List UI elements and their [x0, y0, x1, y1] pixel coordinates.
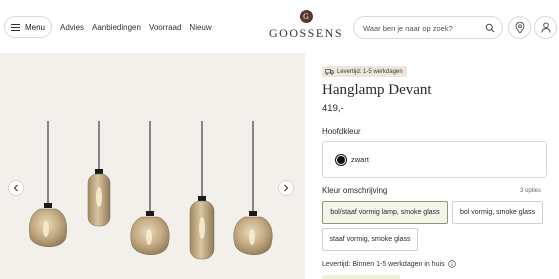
product-image[interactable]	[0, 53, 305, 279]
store-locator-button[interactable]	[508, 16, 531, 39]
menu-label: Menu	[24, 22, 45, 32]
logo-mark: G	[299, 10, 313, 23]
variant-option-label: staaf vormig, smoke glass	[329, 236, 411, 243]
variant-option-1[interactable]: bol/staaf vormig lamp, smoke glass	[322, 201, 448, 224]
info-icon[interactable]	[447, 260, 456, 268]
product-title: Hanglamp Devant	[322, 82, 432, 98]
chevron-right-icon	[284, 184, 289, 192]
variant-label: Kleur omschrijving	[322, 186, 388, 195]
user-icon	[541, 22, 550, 33]
site-header: Menu Advies Aanbiedingen Voorraad Nieuw …	[0, 0, 559, 53]
search-input[interactable]	[363, 22, 481, 34]
add-to-cart-button[interactable]	[322, 275, 400, 279]
chevron-left-icon	[13, 184, 18, 192]
nav-item-voorraad[interactable]: Voorraad	[149, 23, 181, 32]
color-option-zwart[interactable]: zwart	[322, 141, 547, 178]
delivery-badge: Levertijd: 1-5 werkdagen	[322, 66, 407, 77]
variant-option-2[interactable]: bol vormig, smoke glass	[452, 201, 543, 224]
variant-option-label: bol/staaf vormig lamp, smoke glass	[330, 209, 440, 216]
nav-item-aanbiedingen[interactable]: Aanbiedingen	[92, 23, 141, 32]
product-gallery	[0, 53, 305, 279]
color-option-label: zwart	[351, 155, 369, 164]
account-button[interactable]	[534, 16, 557, 39]
delivery-badge-text: Levertijd: 1-5 werkdagen	[337, 68, 403, 75]
panel-divider	[305, 53, 317, 279]
site-logo[interactable]: G GOOSSENS	[265, 10, 347, 41]
menu-icon	[10, 23, 20, 31]
delivery-info: Levertijd: Binnen 1-5 werkdagen in huis	[322, 260, 456, 268]
menu-button[interactable]: Menu	[4, 16, 52, 38]
nav-item-nieuw[interactable]: Nieuw	[189, 23, 211, 32]
gallery-prev-button[interactable]	[8, 180, 24, 196]
delivery-text: Levertijd: Binnen 1-5 werkdagen in huis	[322, 260, 445, 268]
main-color-label: Hoofdkleur	[322, 127, 361, 136]
variant-count: 3 opties	[520, 188, 542, 194]
color-swatch	[335, 154, 347, 166]
search-icon[interactable]	[485, 23, 495, 33]
variant-option-label: bol vormig, smoke glass	[459, 209, 536, 216]
logo-text: GOOSSENS	[268, 26, 343, 40]
variant-option-3[interactable]: staaf vormig, smoke glass	[322, 228, 418, 251]
search-box	[353, 16, 503, 39]
truck-icon	[325, 68, 334, 75]
product-price: 419,-	[322, 103, 344, 114]
location-pin-icon	[515, 21, 524, 34]
gallery-next-button[interactable]	[278, 180, 294, 196]
main-nav: Advies Aanbiedingen Voorraad Nieuw	[60, 23, 212, 32]
nav-item-advies[interactable]: Advies	[60, 23, 84, 32]
